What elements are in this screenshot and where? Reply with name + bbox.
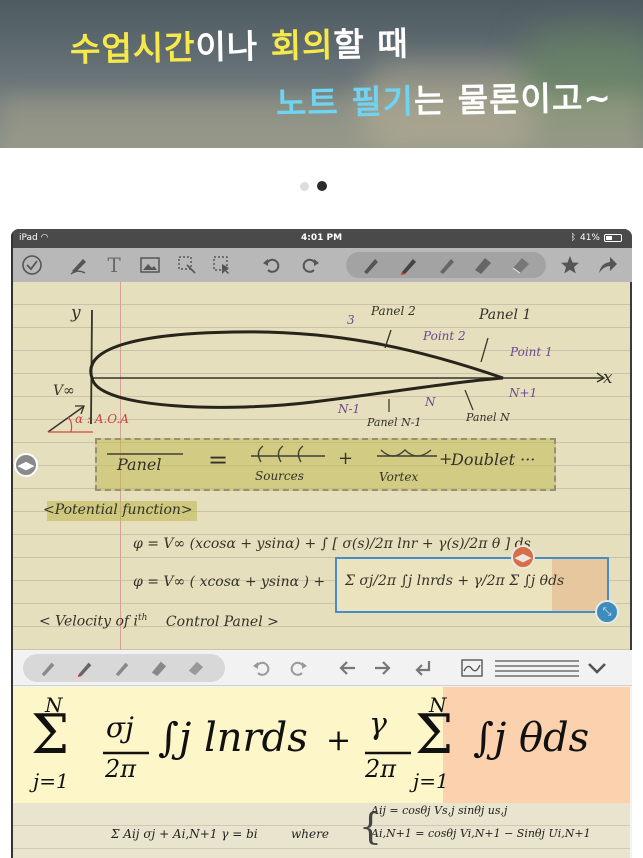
app-screenshot: 수업시간이나 회의할 때 노트 필기는 물론이고~ iPad ◠ 4:01 PM… [0,0,643,858]
text-icon[interactable]: T [103,253,125,277]
input-pen-group [23,654,225,682]
sum1-symbol: Σ [31,703,70,766]
input-toolbar [11,650,632,686]
chevron-down-icon[interactable] [586,657,608,679]
undo-icon[interactable] [251,657,273,679]
sum1-lower: j=1 [33,769,69,793]
integral1: ∫j lnrds [158,715,308,761]
status-time: 4:01 PM [300,233,343,243]
redo-icon[interactable] [299,254,321,276]
pen-icon[interactable] [68,254,90,276]
eraser-icon[interactable] [185,657,207,679]
frac1-den: 2π [105,755,137,783]
battery-percent: 41% [579,233,600,243]
image-icon[interactable] [139,254,161,276]
handwriting-input-panel: N Σ j=1 σj 2π ∫j lnrds + γ 2π N Σ j=1 ∫j… [11,650,632,858]
star-icon[interactable] [559,254,581,276]
sum2-symbol: Σ [415,703,454,766]
integral2: ∫j θds [473,715,590,761]
check-icon[interactable] [21,254,43,276]
sum2-lower: j=1 [413,769,449,793]
graph-icon[interactable] [461,657,483,679]
hero-highlight-meeting: 회의 [270,25,334,66]
marker-icon[interactable] [111,657,133,679]
side-handle[interactable]: ◀▶ [14,453,38,477]
hero-highlight-notes: 노트 필기 [275,81,415,123]
hero-text: 는 물론이고~ [413,78,613,121]
highlighter-icon[interactable] [148,657,170,679]
brace: { [359,807,382,848]
pen-tool-group [346,252,546,278]
left-arrow-icon[interactable] [336,657,358,679]
highlighter-icon[interactable] [472,254,494,276]
ai-n1-eq: Ai,N+1 = cosθj Vi,N+1 − Sinθj Ui,N+1 [371,827,591,840]
page-dot[interactable] [300,181,309,191]
return-icon[interactable] [412,657,434,679]
aij-eq: Aij = cosθj Vs,j sinθj us,j [371,804,508,817]
note-preview-bottom: Σ Aij σj + Ai,N+1 γ = bi where Aij = cos… [13,803,630,858]
frac1-num: σj [106,711,134,744]
select-icon[interactable] [211,254,233,276]
battery-icon [604,234,622,242]
status-bar: iPad ◠ 4:01 PM ᛒ 41% [11,229,632,248]
handwriting-canvas[interactable]: N Σ j=1 σj 2π ∫j lnrds + γ 2π N Σ j=1 ∫j… [13,687,630,803]
right-arrow-icon[interactable] [372,657,394,679]
hero-text: 이나 [195,26,272,67]
bluetooth-icon: ᛒ [570,233,576,243]
pen-red-icon[interactable] [74,657,96,679]
hero-highlight-class: 수업시간 [69,27,196,69]
ipad-screen: iPad ◠ 4:01 PM ᛒ 41% T y x V∞ α: A.O.A … [11,229,632,858]
plus-sign: + [326,723,352,758]
frac2-num: γ [369,707,387,742]
redo-icon[interactable] [287,657,309,679]
eraser-icon[interactable] [510,254,532,276]
hero-headline-2: 노트 필기는 물론이고~ [276,71,613,125]
frac2-den: 2π [365,755,397,783]
pencil-icon[interactable] [360,254,382,276]
pencil-icon[interactable] [37,657,59,679]
where-label: where [291,827,329,841]
undo-icon[interactable] [261,254,283,276]
page-indicator [300,181,327,191]
page-dot-active[interactable] [317,181,327,191]
sum-equation: Σ Aij σj + Ai,N+1 γ = bi [111,827,258,841]
lasso-icon[interactable] [176,254,198,276]
lines-icon[interactable] [495,657,579,679]
hero-banner: 수업시간이나 회의할 때 노트 필기는 물론이고~ [0,0,643,148]
pen-red-icon[interactable] [398,254,420,276]
status-right: ᛒ 41% [571,233,622,243]
share-icon[interactable] [596,254,618,276]
marker-icon[interactable] [436,254,458,276]
hero-headline-1: 수업시간이나 회의할 때 [70,17,409,71]
main-toolbar: T [11,248,632,282]
hero-text: 할 때 [333,24,409,65]
